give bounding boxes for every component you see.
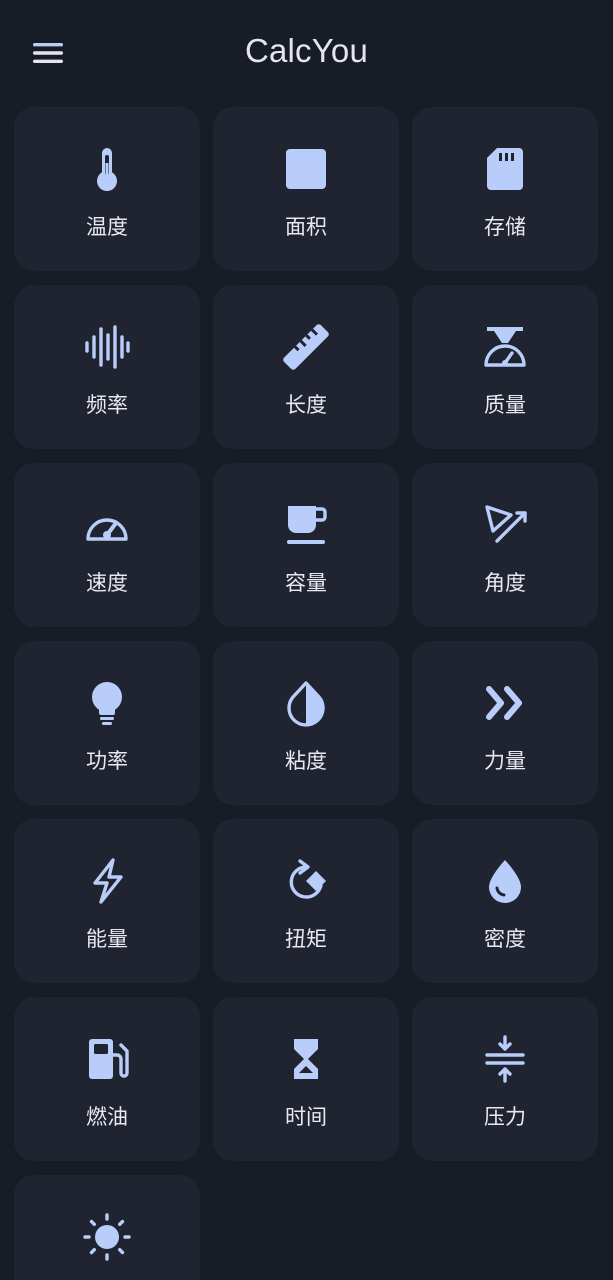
- tile-torque[interactable]: 扭矩: [213, 819, 399, 983]
- tile-label: 时间: [285, 1105, 327, 1129]
- tile-label: 功率: [86, 749, 128, 773]
- tile-volume[interactable]: 容量: [213, 463, 399, 627]
- tile-force[interactable]: 力量: [412, 641, 598, 805]
- tile-label: 频率: [86, 393, 128, 417]
- fuel-pump-icon: [89, 1039, 129, 1079]
- tile-label: 面积: [285, 215, 327, 239]
- tile-label: 粘度: [285, 749, 327, 773]
- app-title: CalcYou: [244, 32, 369, 69]
- hourglass-icon: [294, 1039, 318, 1079]
- coffee-cup-icon: [287, 506, 327, 544]
- tile-time[interactable]: 时间: [213, 997, 399, 1161]
- tile-label: 压力: [484, 1105, 526, 1129]
- lightbulb-icon: [92, 682, 122, 725]
- tile-angle[interactable]: 角度: [412, 463, 598, 627]
- tile-power[interactable]: 功率: [14, 641, 200, 805]
- tile-illuminance[interactable]: [14, 1175, 200, 1280]
- sd-card-icon: [487, 148, 523, 190]
- top-app-bar: CalcYou: [0, 0, 613, 108]
- tile-label: 长度: [285, 393, 327, 417]
- tile-length[interactable]: 长度: [213, 285, 399, 449]
- tile-label: 存储: [484, 215, 526, 239]
- tile-storage[interactable]: 存储: [412, 107, 598, 271]
- tile-density[interactable]: 密度: [412, 819, 598, 983]
- scale-icon: [484, 327, 526, 367]
- double-chevron-right-icon: [486, 686, 522, 720]
- tile-viscosity[interactable]: 粘度: [213, 641, 399, 805]
- tile-mass[interactable]: 质量: [412, 285, 598, 449]
- tile-speed[interactable]: 速度: [14, 463, 200, 627]
- tile-fuel[interactable]: 燃油: [14, 997, 200, 1161]
- tile-label: 速度: [86, 571, 128, 595]
- tile-label: 能量: [86, 927, 128, 951]
- tile-frequency[interactable]: 频率: [14, 285, 200, 449]
- tile-label: 力量: [484, 749, 526, 773]
- tile-label: 容量: [285, 571, 327, 595]
- tile-area[interactable]: 面积: [213, 107, 399, 271]
- square-icon: [286, 149, 326, 189]
- lightning-bolt-icon: [93, 858, 123, 904]
- tile-energy[interactable]: 能量: [14, 819, 200, 983]
- tile-label: 温度: [86, 215, 128, 239]
- app-window: CalcYou 温度 面积 存储 频率 长度 质量 速度 容量 角度 功率 粘度…: [0, 0, 613, 1280]
- converter-grid: 温度 面积 存储 频率 长度 质量 速度 容量 角度 功率 粘度 力量 能量 扭…: [14, 107, 598, 1280]
- sun-icon: [83, 1213, 131, 1261]
- rotate-right-icon: [289, 859, 326, 899]
- tile-label: 质量: [484, 393, 526, 417]
- ruler-icon: [283, 324, 329, 370]
- contrast-drop-icon: [287, 681, 325, 727]
- water-drop-icon: [489, 860, 521, 903]
- tile-label: 燃油: [86, 1105, 128, 1129]
- tile-label: 角度: [484, 571, 526, 595]
- tile-pressure[interactable]: 压力: [412, 997, 598, 1161]
- thermometer-icon: [97, 148, 117, 191]
- angle-icon: [485, 505, 527, 543]
- speedometer-icon: [86, 518, 128, 541]
- tile-label: 扭矩: [285, 927, 327, 951]
- compress-icon: [485, 1035, 525, 1083]
- waveform-icon: [85, 325, 130, 369]
- tile-label: 密度: [484, 927, 526, 951]
- tile-temperature[interactable]: 温度: [14, 107, 200, 271]
